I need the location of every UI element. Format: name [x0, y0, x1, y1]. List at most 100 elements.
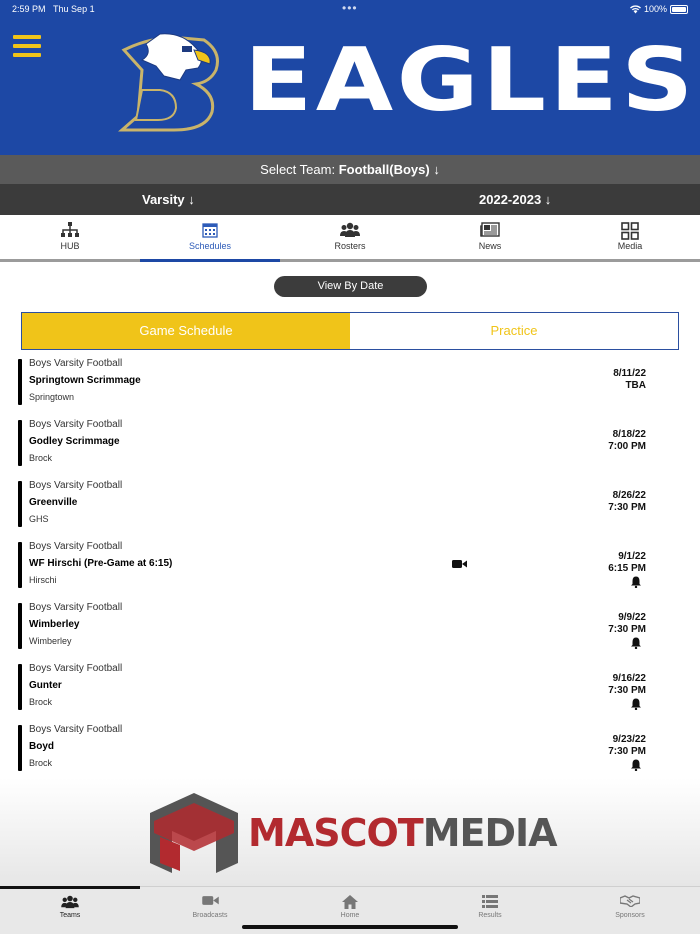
status-bar: 2:59 PM Thu Sep 1 ••• 100% [0, 0, 700, 18]
game-datetime: 8/26/22 7:30 PM [608, 490, 646, 514]
filter-bar: Varsity ↓ 2022-2023 ↓ [0, 184, 700, 215]
home-indicator[interactable] [242, 925, 458, 929]
practice-segment[interactable]: Practice [350, 313, 678, 349]
game-datetime: 9/1/22 6:15 PM [608, 551, 646, 575]
menu-line [13, 44, 41, 48]
menu-line [13, 35, 41, 39]
handshake-icon [560, 895, 700, 912]
calendar-icon [140, 215, 280, 241]
section-tabs: HUB Schedules Rosters News Media [0, 215, 700, 262]
game-league: Boys Varsity Football [29, 419, 123, 430]
tab-label: Rosters [334, 241, 366, 251]
game-location: Springtown [29, 392, 75, 402]
game-location: Wimberley [29, 636, 72, 646]
nav-label: Broadcasts [192, 912, 228, 919]
game-location: Brock [29, 758, 53, 768]
season-select-value: 2022-2023 [479, 192, 542, 207]
game-schedule-segment[interactable]: Game Schedule [22, 313, 350, 349]
game-date: 9/1/22 [618, 551, 646, 562]
game-row[interactable]: Boys Varsity Football WF Hirschi (Pre-Ga… [0, 539, 700, 600]
nav-label: Sponsors [615, 912, 645, 919]
team-select[interactable]: Select Team: Football(Boys) ↓ [0, 155, 700, 184]
game-league: Boys Varsity Football [29, 541, 123, 552]
hamburger-menu-button[interactable] [13, 35, 41, 57]
game-datetime: 9/9/22 7:30 PM [608, 612, 646, 636]
game-location: GHS [29, 514, 49, 524]
bell-icon[interactable] [630, 759, 642, 771]
game-row[interactable]: Boys Varsity Football Springtown Scrimma… [0, 356, 700, 417]
game-datetime: 8/18/22 7:00 PM [608, 429, 646, 453]
tab-rosters[interactable]: Rosters [280, 215, 420, 259]
bell-icon[interactable] [630, 576, 642, 588]
bell-icon[interactable] [630, 698, 642, 710]
game-date: 8/26/22 [612, 490, 646, 501]
status-time: 2:59 PM [12, 4, 46, 14]
menu-line [13, 53, 41, 57]
game-opponent: Boyd [29, 741, 54, 752]
wifi-icon [629, 4, 641, 13]
row-accent-bar [18, 481, 22, 527]
view-by-date-button[interactable]: View By Date [274, 276, 427, 297]
nav-teams[interactable]: Teams [0, 887, 140, 934]
game-time: 7:00 PM [608, 441, 646, 452]
game-date: 9/9/22 [618, 612, 646, 623]
team-icon [0, 895, 140, 912]
tab-label: HUB [60, 241, 80, 251]
game-time: TBA [625, 380, 646, 391]
video-camera-icon[interactable] [452, 559, 467, 569]
game-time: 7:30 PM [608, 685, 646, 696]
org-chart-icon [0, 215, 140, 241]
game-date: 8/18/22 [612, 429, 646, 440]
row-accent-bar [18, 725, 22, 771]
video-icon [140, 895, 280, 912]
game-opponent: Wimberley [29, 619, 80, 630]
status-time-date: 2:59 PM Thu Sep 1 [12, 4, 95, 14]
list-icon [420, 895, 560, 912]
nav-label: Home [340, 912, 360, 919]
active-nav-indicator [0, 886, 140, 889]
newspaper-icon [420, 215, 560, 241]
tab-label: Media [617, 241, 643, 251]
game-row[interactable]: Boys Varsity Football Greenville GHS 8/2… [0, 478, 700, 539]
arrow-down-icon: ↓ [433, 162, 440, 177]
status-date: Thu Sep 1 [53, 4, 95, 14]
game-opponent: Greenville [29, 497, 78, 508]
tab-schedules[interactable]: Schedules [140, 215, 280, 262]
game-time: 7:30 PM [608, 746, 646, 757]
sponsor-name-part2: MEDIA [422, 811, 558, 855]
game-league: Boys Varsity Football [29, 602, 123, 613]
game-row[interactable]: Boys Varsity Football Wimberley Wimberle… [0, 600, 700, 661]
game-row[interactable]: Boys Varsity Football Boyd Brock 9/23/22… [0, 722, 700, 783]
nav-sponsors[interactable]: Sponsors [560, 887, 700, 934]
game-datetime: 9/16/22 7:30 PM [608, 673, 646, 697]
arrow-down-icon: ↓ [544, 192, 552, 207]
season-select[interactable]: 2022-2023 ↓ [479, 184, 551, 215]
game-opponent: WF Hirschi (Pre-Game at 6:15) [29, 558, 173, 569]
game-location: Brock [29, 453, 53, 463]
tab-hub[interactable]: HUB [0, 215, 140, 259]
level-select[interactable]: Varsity ↓ [142, 184, 195, 215]
tab-news[interactable]: News [420, 215, 560, 259]
sponsor-name: MASCOTMEDIA [248, 811, 558, 855]
app-header: 2:59 PM Thu Sep 1 ••• 100% EAGLES [0, 0, 700, 155]
people-icon [280, 215, 420, 241]
game-row[interactable]: Boys Varsity Football Gunter Brock 9/16/… [0, 661, 700, 722]
team-select-label: Select Team: [260, 162, 336, 177]
tab-label: News [478, 241, 502, 251]
level-select-value: Varsity [142, 192, 185, 207]
grid-icon [560, 215, 700, 241]
sponsor-banner[interactable]: MASCOTMEDIA [0, 778, 700, 886]
game-row[interactable]: Boys Varsity Football Godley Scrimmage B… [0, 417, 700, 478]
tab-media[interactable]: Media [560, 215, 700, 259]
game-date: 9/16/22 [612, 673, 646, 684]
row-accent-bar [18, 664, 22, 710]
game-datetime: 8/11/22 TBA [613, 368, 646, 392]
bell-icon[interactable] [630, 637, 642, 649]
home-icon [280, 895, 420, 912]
arrow-down-icon: ↓ [188, 192, 195, 207]
game-league: Boys Varsity Football [29, 663, 123, 674]
game-location: Hirschi [29, 575, 57, 585]
multitask-dots[interactable]: ••• [342, 1, 358, 15]
mascot-media-logo-icon [150, 793, 238, 873]
game-league: Boys Varsity Football [29, 358, 123, 369]
